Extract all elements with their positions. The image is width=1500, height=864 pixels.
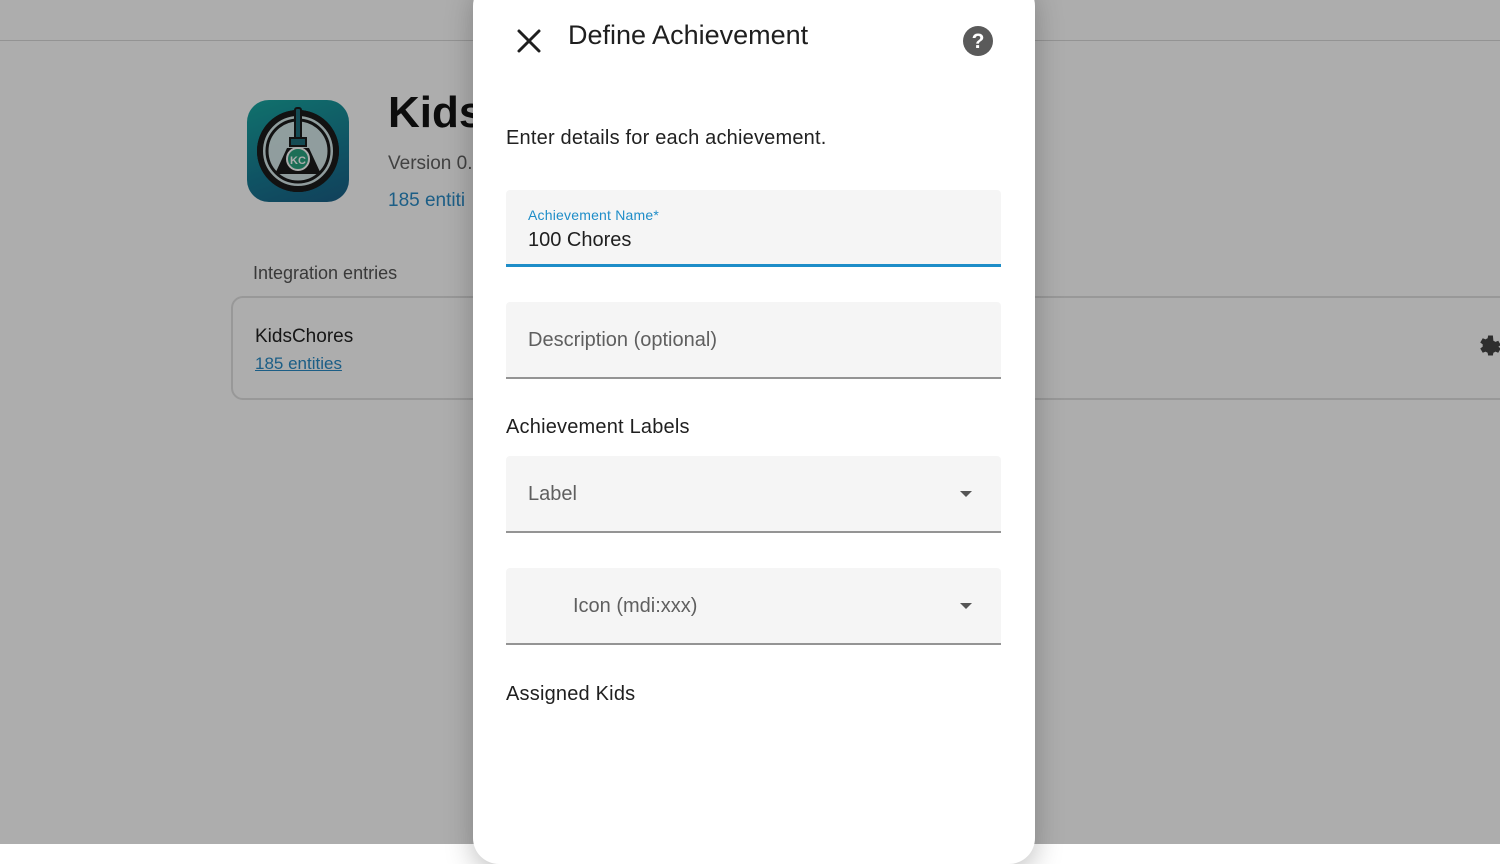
chevron-down-icon[interactable] xyxy=(960,491,972,497)
achievement-labels-heading: Achievement Labels xyxy=(506,416,690,438)
dialog-title: Define Achievement xyxy=(568,20,809,50)
achievement-name-label: Achievement Name* xyxy=(528,207,660,223)
achievement-name-value: 100 Chores xyxy=(528,229,632,251)
label-select[interactable]: Label xyxy=(506,456,1001,533)
description-field[interactable]: Description (optional) xyxy=(506,302,1001,379)
description-placeholder: Description (optional) xyxy=(528,329,717,351)
help-icon[interactable]: ? xyxy=(962,25,994,57)
assigned-kids-heading: Assigned Kids xyxy=(506,683,636,705)
dialog-intro-text: Enter details for each achievement. xyxy=(506,127,827,149)
chevron-down-icon[interactable] xyxy=(960,603,972,609)
icon-picker-field[interactable]: Icon (mdi:xxx) xyxy=(506,568,1001,645)
icon-picker-placeholder: Icon (mdi:xxx) xyxy=(573,595,698,617)
label-select-placeholder: Label xyxy=(528,483,577,505)
svg-text:?: ? xyxy=(972,30,985,53)
close-icon[interactable] xyxy=(514,26,544,56)
achievement-name-field[interactable]: Achievement Name* 100 Chores xyxy=(506,190,1001,267)
